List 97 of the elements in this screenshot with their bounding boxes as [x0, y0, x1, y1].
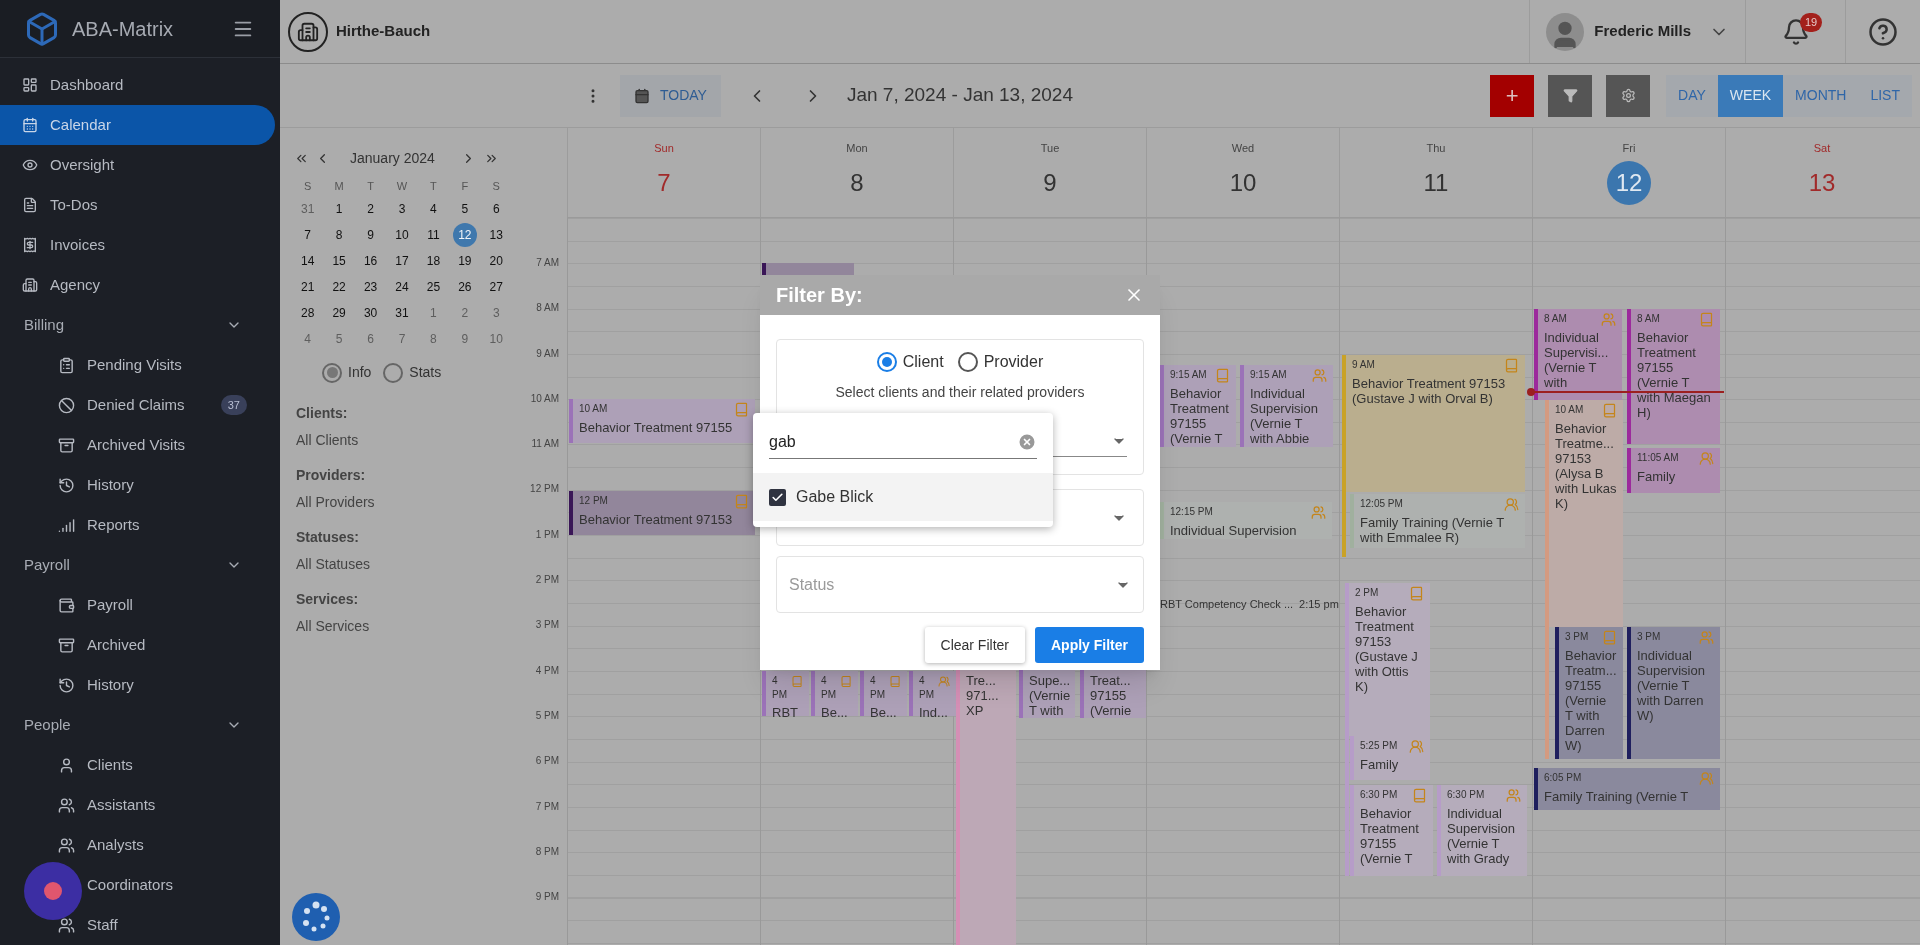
summary-label: Statuses: [296, 528, 361, 547]
count-badge: 37 [220, 394, 247, 416]
month-title: January 2024 [350, 148, 435, 168]
event-title: Individual Supervision [1170, 523, 1298, 538]
event-title: Behavior Treatment 97155 [579, 420, 734, 435]
hour-label: 2 PM [535, 573, 559, 588]
hour-label: 7 AM [536, 256, 559, 270]
weekday-label: S [491, 179, 501, 194]
event-time: 5:25 PM [1360, 739, 1398, 753]
hour-label: 3 PM [535, 618, 559, 633]
weekday-label: T [366, 179, 375, 194]
event-time: 10 AM [1555, 403, 1584, 417]
event-time: 4 PM [772, 674, 788, 702]
event-title: Behavior Treatment 97153 (Gustave J with Ottis K) [1355, 604, 1419, 694]
event-time: 6:30 PM [1447, 788, 1485, 802]
hour-label: 6 PM [535, 754, 559, 769]
event-time: 4 PM [919, 674, 935, 702]
day-name: Fri [1622, 141, 1636, 156]
event-title: Family Training (Vernie T [1544, 789, 1690, 804]
day-number: 9 [1042, 167, 1058, 198]
day-name: Sat [1813, 141, 1831, 156]
dialog-hint: Select clients and their related providers [835, 383, 1085, 402]
event-time: 9:15 AM [1250, 368, 1287, 382]
day-name: Tue [1040, 141, 1060, 156]
event-title: Behavior Treatment 97153 (Gustave J with Orval B) [1352, 376, 1507, 406]
event-time: 4 PM [870, 674, 886, 702]
event-time: 12 PM [579, 494, 608, 508]
event-title: Behavior Treatment 97155 (Vernie T with Maegan H) [1637, 330, 1712, 420]
hour-label: 4 PM [535, 663, 559, 678]
event-title: Behavior Treatme... 97153 (Alysa B with Lukas K) [1555, 421, 1617, 511]
day-name: Thu [1426, 141, 1446, 156]
summary-value: All Services [296, 617, 371, 636]
event-time: 8 AM [1637, 312, 1660, 326]
event-time: 3 PM [1565, 630, 1589, 644]
event-time: 6:05 PM [1544, 771, 1582, 785]
event-time: 12:05 PM [1360, 497, 1403, 511]
event-title: Behavior Treatment 97155 (Vernie T [1360, 806, 1420, 866]
event-time: 11:05 AM [1637, 451, 1679, 465]
event-time: 9 AM [1352, 358, 1375, 372]
event-title: Behavior Treatment 97155 (Vernie T [1170, 386, 1230, 446]
event-title: Treat... 97155 (Vernie [1090, 673, 1133, 718]
summary-label: Services: [296, 590, 360, 609]
event-time: 8 AM [1544, 312, 1567, 326]
weekday-label: S [303, 179, 313, 194]
summary-value: All Statuses [296, 555, 371, 574]
app-name: ABA-Matrix [72, 16, 174, 42]
hour-label: 5 PM [535, 708, 559, 723]
hour-label: 8 PM [535, 844, 559, 859]
day-name: Wed [1231, 141, 1255, 156]
summary-value: All Clients [296, 431, 360, 450]
event-time: 2:15 pm [1299, 596, 1339, 612]
event-time: 9:15 AM [1170, 368, 1207, 382]
event-title: Individual Supervision (Vernie T with Grady [1447, 806, 1516, 866]
event-time: 12:15 PM [1170, 505, 1213, 519]
day-number: 12 [1607, 160, 1651, 205]
weekday-label: F [460, 179, 470, 194]
event-time: 3 PM [1637, 630, 1661, 644]
hour-label: 10 AM [530, 391, 559, 406]
event-title: Tre... 971... XP [966, 673, 1000, 718]
event-title: Behavior Treatment 97153 [579, 512, 734, 527]
notification-count: 19 [1800, 13, 1823, 32]
day-number: 11 [1422, 167, 1450, 198]
event-time: 2 PM [1355, 586, 1379, 600]
event-title: Family Training (Vernie T with Emmalee R) [1360, 515, 1506, 545]
hour-label: 12 PM [530, 482, 559, 497]
hour-label: 9 AM [536, 346, 559, 361]
weekday-label: T [429, 179, 438, 194]
event-title: Supe... (Vernie T with [1029, 673, 1069, 718]
event-title: Family [1637, 469, 1677, 484]
hour-label: 11 AM [531, 437, 559, 452]
day-number: 7 [656, 167, 672, 198]
summary-value: All Providers [296, 493, 376, 512]
day-number: 10 [1228, 167, 1258, 198]
event-title: Individual Supervision (Vernie T with Abbie [1250, 386, 1319, 446]
event-title: Individual Supervisi... (Vernie T with [1544, 330, 1610, 390]
day-name: Sun [654, 141, 674, 156]
event-title: Family [1360, 757, 1400, 772]
dialog-title: Filter By: [776, 283, 863, 308]
event-title: Behavior Treatm... 97155 (Vernie T with Darren W) [1565, 648, 1617, 753]
event-title: RBT Competency Check ... [1160, 596, 1294, 612]
summary-label: Providers: [296, 466, 367, 485]
organization-name: Hirthe-Bauch [336, 21, 431, 42]
weekday-label: W [395, 179, 409, 194]
event-time: 4 PM [821, 674, 837, 702]
hour-label: 7 PM [535, 799, 559, 814]
weekday-label: M [333, 179, 345, 194]
day-number: 8 [849, 167, 865, 198]
event-time: 10 AM [579, 402, 608, 416]
event-title: Individual Supervision (Vernie T with Darren W) [1637, 648, 1706, 723]
day-name: Mon [846, 141, 868, 156]
event-time: 6:30 PM [1360, 788, 1398, 802]
hour-label: 1 PM [535, 527, 559, 542]
summary-label: Clients: [296, 404, 349, 423]
hour-label: 9 PM [535, 890, 559, 905]
day-number: 13 [1807, 167, 1837, 198]
date-range: Jan 7, 2024 - Jan 13, 2024 [846, 83, 1073, 108]
hour-label: 8 AM [536, 301, 559, 316]
